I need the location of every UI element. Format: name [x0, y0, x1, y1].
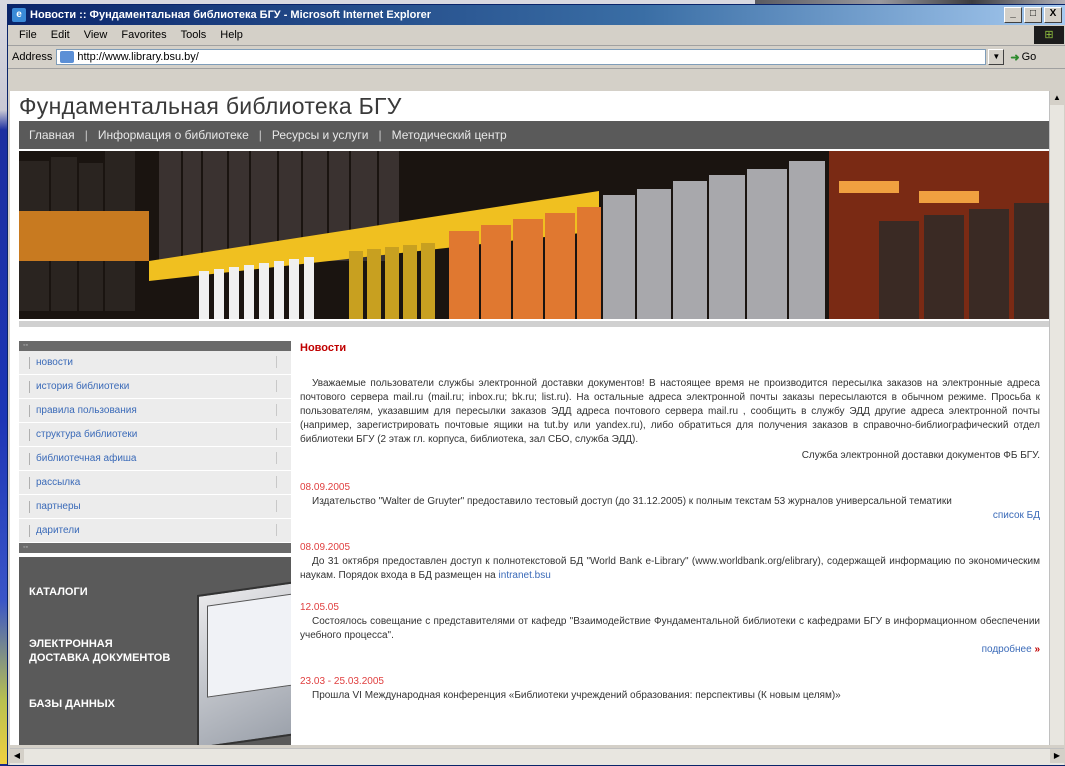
menu-favorites[interactable]: Favorites	[114, 29, 173, 41]
menu-help[interactable]: Help	[213, 29, 250, 41]
scroll-left-icon[interactable]: ◀	[10, 749, 24, 763]
nav-home[interactable]: Главная	[19, 128, 85, 142]
promo-block: КАТАЛОГИ ЭЛЕКТРОННАЯ ДОСТАВКА ДОКУМЕНТОВ…	[19, 557, 291, 745]
news-text: Состоялось совещание с представителями о…	[300, 616, 1040, 641]
promo-edd[interactable]: ЭЛЕКТРОННАЯ ДОСТАВКА ДОКУМЕНТОВ	[29, 637, 170, 665]
menu-tools[interactable]: Tools	[174, 29, 214, 41]
promo-databases[interactable]: БАЗЫ ДАННЫХ	[29, 697, 115, 711]
address-label: Address	[12, 51, 53, 63]
menu-view[interactable]: View	[77, 29, 115, 41]
left-menu-item-mailing[interactable]: рассылка	[19, 471, 291, 495]
window-title: Новости :: Фундаментальная библиотека БГ…	[30, 9, 431, 21]
news-text: До 31 октября предоставлен доступ к полн…	[300, 556, 1040, 581]
news-date: 12.05.05	[300, 602, 339, 613]
scroll-up-icon[interactable]: ▲	[1050, 91, 1064, 105]
nav-library-info[interactable]: Информация о библиотеке	[88, 128, 259, 142]
news-date: 08.09.2005	[300, 542, 351, 553]
news-heading: Новости	[300, 342, 347, 354]
left-menu-item-donors[interactable]: дарители	[19, 519, 291, 543]
news-date: 08.09.2005	[300, 482, 351, 493]
news-text: Прошла VI Международная конференция «Биб…	[312, 690, 841, 701]
close-button[interactable]: X	[1044, 7, 1062, 23]
minimize-button[interactable]: _	[1004, 7, 1022, 23]
left-menu-item-rules[interactable]: правила пользования	[19, 399, 291, 423]
site-title: Фундаментальная библиотека БГУ	[19, 93, 402, 119]
left-menu: ◦◦ новости история библиотеки правила по…	[19, 341, 291, 553]
news-more-link[interactable]: подробнее »	[300, 643, 1040, 657]
news-text: Издательство "Walter de Gruyter" предост…	[312, 496, 952, 507]
go-arrow-icon: ➜	[1010, 51, 1020, 64]
news-db-list-link[interactable]: список БД	[300, 509, 1040, 523]
address-dropdown-icon[interactable]: ▼	[988, 49, 1005, 65]
address-input[interactable]: http://www.library.bsu.by/	[56, 49, 987, 65]
left-menu-item-events[interactable]: библиотечная афиша	[19, 447, 291, 471]
page-icon	[60, 51, 75, 63]
promo-catalogs[interactable]: КАТАЛОГИ	[29, 585, 88, 599]
ie-icon: e	[12, 8, 26, 22]
menu-file[interactable]: File	[12, 29, 44, 41]
banner-divider	[19, 321, 1049, 327]
left-menu-item-structure[interactable]: структура библиотеки	[19, 423, 291, 447]
left-menu-footer: ◦◦	[19, 543, 291, 553]
news-intro-signature: Служба электронной доставки документов Ф…	[801, 450, 1040, 461]
title-bar: e Новости :: Фундаментальная библиотека …	[8, 5, 1065, 25]
left-menu-header: ◦◦	[19, 341, 291, 351]
left-menu-item-partners[interactable]: партнеры	[19, 495, 291, 519]
page-viewport: Фундаментальная библиотека БГУ Главная |…	[10, 91, 1050, 745]
news-date: 23.03 - 25.03.2005	[300, 676, 384, 687]
news-intro: Уважаемые пользователи службы электронно…	[300, 378, 1040, 445]
scroll-right-icon[interactable]: ▶	[1050, 749, 1064, 763]
laptop-image	[197, 578, 291, 745]
maximize-button[interactable]: □	[1024, 7, 1042, 23]
menu-bar: File Edit View Favorites Tools Help ⊞	[8, 25, 1065, 46]
left-menu-item-news[interactable]: новости	[19, 351, 291, 375]
menu-edit[interactable]: Edit	[44, 29, 77, 41]
nav-methodical-center[interactable]: Методический центр	[382, 128, 517, 142]
more-arrow-icon: »	[1034, 644, 1040, 655]
go-label: Go	[1021, 51, 1037, 63]
horizontal-scrollbar[interactable]: ◀ ▶	[10, 748, 1064, 765]
go-button[interactable]: ➜ Go	[1010, 51, 1036, 64]
windows-logo-icon: ⊞	[1034, 26, 1064, 44]
vertical-scrollbar[interactable]: ▲	[1049, 91, 1064, 745]
browser-window: e Новости :: Фундаментальная библиотека …	[7, 4, 1065, 766]
left-menu-item-history[interactable]: история библиотеки	[19, 375, 291, 399]
address-url[interactable]: http://www.library.bsu.by/	[77, 51, 985, 63]
intranet-link[interactable]: intranet.bsu	[499, 570, 551, 581]
nav-resources[interactable]: Ресурсы и услуги	[262, 128, 379, 142]
news-section: Новости Уважаемые пользователи службы эл…	[300, 341, 1040, 703]
address-bar: Address http://www.library.bsu.by/ ▼ ➜ G…	[8, 46, 1065, 69]
main-nav: Главная | Информация о библиотеке | Ресу…	[19, 121, 1049, 149]
bookshelf-image	[19, 151, 1049, 319]
bookshelf-banner	[19, 151, 1049, 319]
